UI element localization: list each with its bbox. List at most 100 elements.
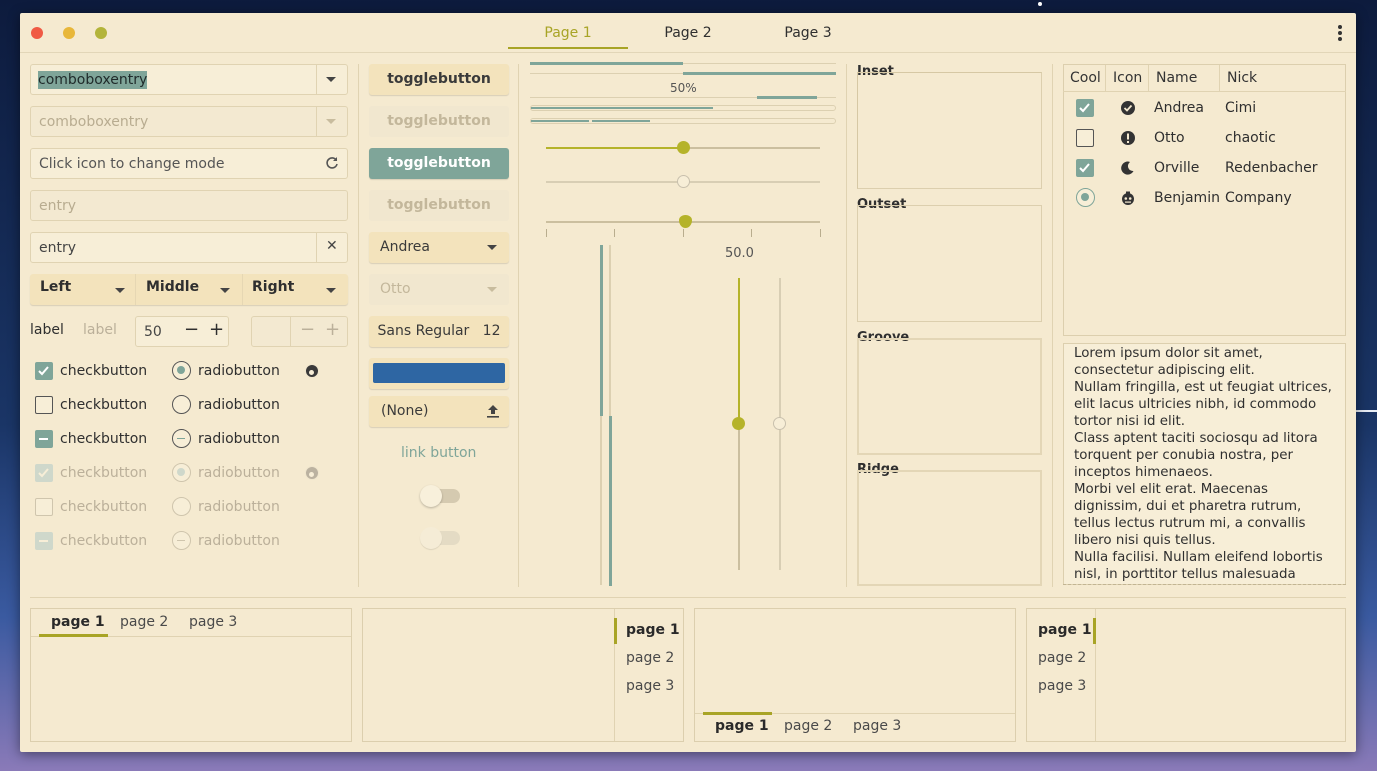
notebook-active-indicator <box>39 634 108 637</box>
color-button[interactable] <box>369 358 509 389</box>
progress-fill-2 <box>683 72 836 75</box>
divider <box>290 316 291 347</box>
radiobutton-selected[interactable] <box>172 361 191 380</box>
entry-clearable-text: entry <box>39 240 77 256</box>
checkbutton-label[interactable]: checkbutton <box>60 397 147 413</box>
notebook-left-tab-1[interactable]: page 1 <box>1038 622 1092 638</box>
progress-label: 50% <box>670 81 697 95</box>
radiobutton-label[interactable]: radiobutton <box>198 363 280 379</box>
chevron-down-icon[interactable] <box>220 288 230 293</box>
chevron-down-icon[interactable] <box>326 77 336 82</box>
refresh-icon[interactable] <box>325 156 339 170</box>
togglebutton[interactable]: togglebutton <box>369 64 509 95</box>
radiobutton-label-disabled: radiobutton <box>198 465 280 481</box>
table-row-cool-checkbox[interactable] <box>1076 159 1094 177</box>
notebook-bottom-tab-3[interactable]: page 3 <box>853 718 901 734</box>
notebook-left-tab-3[interactable]: page 3 <box>1038 678 1086 694</box>
notebook-right-tab-3[interactable]: page 3 <box>626 678 674 694</box>
minimize-window-button[interactable] <box>63 27 75 39</box>
plus-icon: + <box>325 319 341 340</box>
column-separator <box>846 64 847 587</box>
togglebutton-active-disabled: togglebutton <box>369 190 509 221</box>
switch-off[interactable] <box>420 485 460 507</box>
hscale-slider-1[interactable] <box>676 141 690 154</box>
entry-disabled: entry <box>30 190 348 221</box>
text-view-paragraph: Nulla facilisi. Nullam eleifend lobortis… <box>1074 550 1323 582</box>
table-row-cool-radio[interactable] <box>1076 188 1095 207</box>
combobox-entry[interactable]: comboboxentry <box>30 64 348 95</box>
table-row-nick: Cimi <box>1225 100 1257 116</box>
progress-pulse-3 <box>757 96 817 99</box>
scale-tick <box>820 229 821 237</box>
notebook-bottom-tab-1[interactable]: page 1 <box>715 718 769 734</box>
close-window-button[interactable] <box>31 27 43 39</box>
entry-disabled-placeholder: entry <box>39 198 77 214</box>
notebook-bottom-tab-2[interactable]: page 2 <box>784 718 832 734</box>
clear-icon[interactable]: ✕ <box>326 238 338 254</box>
tab-page-2[interactable]: Page 2 <box>628 13 748 53</box>
notebook-right-tab-1[interactable]: page 1 <box>626 622 680 638</box>
hscale-slider-3[interactable] <box>678 215 692 228</box>
face-icon <box>1122 191 1134 205</box>
radiobutton-label[interactable]: radiobutton <box>198 397 280 413</box>
table-row-cool-checkbox[interactable] <box>1076 129 1094 147</box>
column-header-name[interactable]: Name <box>1149 65 1220 91</box>
text-view[interactable]: Lorem ipsum dolor sit amet, consectetur … <box>1063 343 1346 585</box>
scale-tick <box>614 229 615 237</box>
radiobutton-inconsistent[interactable] <box>172 429 191 448</box>
combo-right-label[interactable]: Right <box>252 279 294 295</box>
divider <box>135 274 136 305</box>
togglebutton-disabled: togglebutton <box>369 106 509 137</box>
radiobutton-label[interactable]: radiobutton <box>198 431 280 447</box>
notebook-active-indicator <box>1093 618 1096 644</box>
check-circle-icon <box>1121 101 1135 115</box>
font-button[interactable]: Sans Regular 12 <box>369 316 509 347</box>
scale-tick <box>751 229 752 237</box>
column-header-cool[interactable]: Cool <box>1063 65 1106 91</box>
checkbutton-checked[interactable] <box>35 362 53 380</box>
togglebutton-active[interactable]: togglebutton <box>369 148 509 179</box>
checkbutton-inconsistent[interactable] <box>35 430 53 448</box>
plus-icon[interactable]: + <box>209 319 224 340</box>
notebook-top-tab-3[interactable]: page 3 <box>189 614 237 630</box>
column-header-icon[interactable]: Icon <box>1106 65 1149 91</box>
checkbutton-label[interactable]: checkbutton <box>60 431 147 447</box>
hscale-slider-2-disabled <box>676 175 690 188</box>
radiobutton-label-disabled: radiobutton <box>198 533 280 549</box>
combo-middle-label[interactable]: Middle <box>146 279 199 295</box>
table-row-nick: Company <box>1225 190 1292 206</box>
notebook-top-tab-1[interactable]: page 1 <box>51 614 105 630</box>
vscale-slider-1[interactable] <box>732 417 745 430</box>
table-row-name: Otto <box>1154 130 1185 146</box>
font-name: Sans Regular <box>377 323 470 339</box>
combobox-entry-text: comboboxentry <box>38 71 148 89</box>
mode-entry[interactable]: Click icon to change mode <box>30 148 348 179</box>
table-row-cool-checkbox[interactable] <box>1076 99 1094 117</box>
link-button[interactable]: link button <box>401 445 476 461</box>
hscale-fill-1 <box>546 147 683 149</box>
chevron-down-icon[interactable] <box>487 245 497 250</box>
notebook-right-tab-2[interactable]: page 2 <box>626 650 674 666</box>
tab-page-1[interactable]: Page 1 <box>508 13 628 49</box>
table-row-name: Benjamin <box>1154 190 1220 206</box>
moon-icon <box>1121 161 1134 175</box>
checkbutton-label[interactable]: checkbutton <box>60 363 147 379</box>
maximize-window-button[interactable] <box>95 27 107 39</box>
menu-icon[interactable] <box>1338 25 1342 43</box>
minus-icon: − <box>300 319 316 340</box>
entry-clearable[interactable]: entry <box>30 232 348 263</box>
checkbutton-label-disabled: checkbutton <box>60 499 148 515</box>
notebook-top-tab-2[interactable]: page 2 <box>120 614 168 630</box>
chevron-down-icon[interactable] <box>115 288 125 293</box>
minus-icon[interactable]: − <box>184 319 199 340</box>
notebook-left-tab-2[interactable]: page 2 <box>1038 650 1086 666</box>
column-header-nick[interactable]: Nick <box>1220 65 1346 91</box>
checkbutton-label-disabled: checkbutton <box>60 465 148 481</box>
tab-page-3[interactable]: Page 3 <box>748 13 868 53</box>
combo-left-label[interactable]: Left <box>40 279 71 295</box>
radiobutton-unselected[interactable] <box>172 395 191 414</box>
text-view-bottom-edge <box>1063 584 1346 585</box>
checkbutton-unchecked[interactable] <box>35 396 53 414</box>
chevron-down-icon[interactable] <box>326 288 336 293</box>
divider <box>242 274 243 305</box>
